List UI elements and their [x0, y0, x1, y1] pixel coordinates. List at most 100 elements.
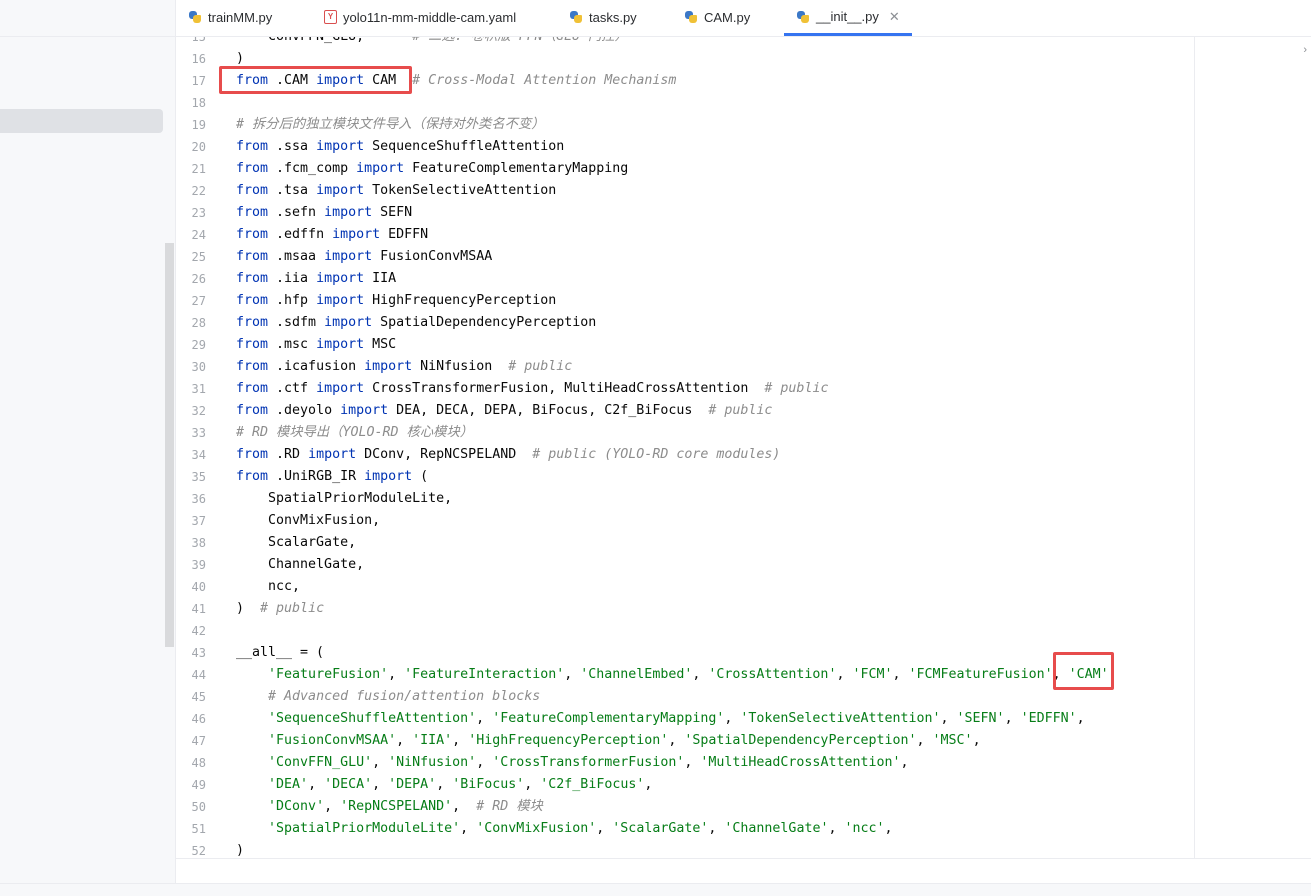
status-bar	[0, 883, 1311, 896]
code-token: ,	[372, 755, 389, 770]
code-token: ,	[684, 755, 701, 770]
code-token: import	[316, 381, 365, 396]
code-token: 'FCM'	[852, 667, 893, 682]
code-line[interactable]: from .UniRGB_IR import (	[236, 466, 428, 488]
code-line[interactable]: ConvMixFusion,	[236, 510, 380, 532]
tab-yolo-yaml[interactable]: Y yolo11n-mm-middle-cam.yaml	[324, 0, 516, 34]
code-token: from	[236, 469, 269, 484]
code-line[interactable]: 'FusionConvMSAA', 'IIA', 'HighFrequencyP…	[236, 730, 981, 752]
code-token: 'FeatureInteraction'	[404, 667, 565, 682]
code-token: .ssa	[268, 139, 317, 154]
code-line[interactable]: from .icafusion import NiNfusion # publi…	[236, 356, 572, 378]
right-margin-guide	[1194, 37, 1195, 858]
code-token: .edffn	[268, 227, 333, 242]
code-line[interactable]: # 拆分后的独立模块文件导入（保持对外类名不变）	[236, 114, 545, 136]
code-line[interactable]: from .fcm_comp import FeatureComplementa…	[236, 158, 628, 180]
tab-init[interactable]: __init__.py ✕	[784, 0, 912, 36]
line-number: 47	[191, 734, 206, 748]
code-token: ,	[476, 755, 493, 770]
tab-tasks[interactable]: tasks.py	[569, 0, 637, 34]
code-line[interactable]: 'ConvFFN_GLU', 'NiNfusion', 'CrossTransf…	[236, 752, 908, 774]
code-line[interactable]: SpatialPriorModuleLite,	[236, 488, 452, 510]
code-token: import	[316, 183, 365, 198]
code-token: .hfp	[268, 293, 317, 308]
code-token: # public	[260, 601, 325, 616]
code-token: (	[412, 469, 429, 484]
python-file-icon	[569, 10, 583, 24]
code-line[interactable]: from .sefn import SEFN	[236, 202, 412, 224]
code-line[interactable]: from .hfp import HighFrequencyPerception	[236, 290, 556, 312]
project-panel	[0, 0, 176, 895]
code-line[interactable]: ConvFFN_GLU, # 二选: 卷积版 FFN（GLU 门控）	[236, 37, 628, 48]
code-line[interactable]: ScalarGate,	[236, 532, 356, 554]
code-token: 'FeatureFusion'	[268, 667, 389, 682]
code-token: 'ScalarGate'	[612, 821, 709, 836]
code-token: .msc	[268, 337, 317, 352]
code-token: import	[364, 359, 413, 374]
code-token: ,	[724, 711, 741, 726]
line-number: 41	[191, 602, 206, 616]
code-token: 'BiFocus'	[452, 777, 525, 792]
code-token: ,	[972, 733, 981, 748]
code-line[interactable]: 'DConv', 'RepNCSPELAND', # RD 模块	[236, 796, 543, 818]
code-token: ,	[668, 733, 685, 748]
code-token: 'C2f_BiFocus'	[540, 777, 645, 792]
code-line[interactable]: from .RD import DConv, RepNCSPELAND # pu…	[236, 444, 780, 466]
line-number: 22	[191, 184, 206, 198]
code-token: ConvMixFusion,	[236, 513, 381, 528]
code-line[interactable]: # RD 模块导出（YOLO-RD 核心模块）	[236, 422, 473, 444]
code-line[interactable]: 'FeatureFusion', 'FeatureInteraction', '…	[236, 664, 1117, 686]
line-number: 34	[191, 448, 206, 462]
code-token: 'RepNCSPELAND'	[340, 799, 453, 814]
code-token: .msaa	[268, 249, 325, 264]
code-token: from	[236, 359, 269, 374]
code-token: from	[236, 315, 269, 330]
code-line[interactable]: from .sdfm import SpatialDependencyPerce…	[236, 312, 596, 334]
code-editor[interactable]: 15 16 17 18 19 20 21 22 23 24 25 26 27 28 29 30 31 32 33 34…	[176, 37, 1311, 858]
code-token: CrossTransformerFusion, MultiHeadCrossAt…	[364, 381, 765, 396]
code-token: from	[236, 337, 269, 352]
code-line[interactable]: 'SequenceShuffleAttention', 'FeatureComp…	[236, 708, 1085, 730]
code-token: 'ConvMixFusion'	[476, 821, 597, 836]
line-number: 27	[191, 294, 206, 308]
code-line[interactable]: from .msc import MSC	[236, 334, 396, 356]
code-line[interactable]: from .deyolo import DEA, DECA, DEPA, BiF…	[236, 400, 772, 422]
tab-cam[interactable]: CAM.py	[684, 0, 750, 34]
code-line[interactable]: from .iia import IIA	[236, 268, 396, 290]
code-line[interactable]: 'SpatialPriorModuleLite', 'ConvMixFusion…	[236, 818, 893, 840]
code-line[interactable]: )	[236, 840, 244, 858]
code-line[interactable]: ncc,	[236, 576, 300, 598]
highlight-box-all-cam	[1053, 652, 1114, 690]
code-token: # RD 模块导出（YOLO-RD 核心模块）	[236, 425, 474, 440]
code-line[interactable]: __all__ = (	[236, 642, 324, 664]
code-line[interactable]: from .msaa import FusionConvMSAA	[236, 246, 492, 268]
code-line[interactable]: from .tsa import TokenSelectiveAttention	[236, 180, 556, 202]
code-line[interactable]: from .ssa import SequenceShuffleAttentio…	[236, 136, 564, 158]
code-token: ,	[644, 777, 653, 792]
code-line[interactable]: from .ctf import CrossTransformerFusion,…	[236, 378, 828, 400]
project-tree-selected-item[interactable]	[0, 109, 163, 133]
line-number: 33	[191, 426, 206, 440]
code-line[interactable]: from .edffn import EDFFN	[236, 224, 428, 246]
close-tab-icon[interactable]: ✕	[889, 9, 900, 25]
code-line[interactable]: ) # public	[236, 598, 324, 620]
code-token: .ctf	[268, 381, 317, 396]
code-line[interactable]: 'DEA', 'DECA', 'DEPA', 'BiFocus', 'C2f_B…	[236, 774, 652, 796]
code-token: ,	[828, 821, 845, 836]
line-number: 23	[191, 206, 206, 220]
code-token: import	[316, 337, 365, 352]
code-token: from	[236, 161, 269, 176]
project-panel-scrollbar[interactable]	[165, 243, 174, 647]
tab-trainmm[interactable]: trainMM.py	[188, 0, 272, 34]
code-token: # Cross-Modal Attention Mechanism	[412, 73, 677, 88]
line-number: 25	[191, 250, 206, 264]
code-token: DConv, RepNCSPELAND	[356, 447, 533, 462]
code-line[interactable]: ChannelGate,	[236, 554, 364, 576]
code-token: import	[340, 403, 389, 418]
code-line[interactable]: # Advanced fusion/attention blocks	[236, 686, 540, 708]
line-number: 43	[191, 646, 206, 660]
code-token: __all__ = (	[236, 645, 325, 660]
code-token: 'DEPA'	[388, 777, 437, 792]
